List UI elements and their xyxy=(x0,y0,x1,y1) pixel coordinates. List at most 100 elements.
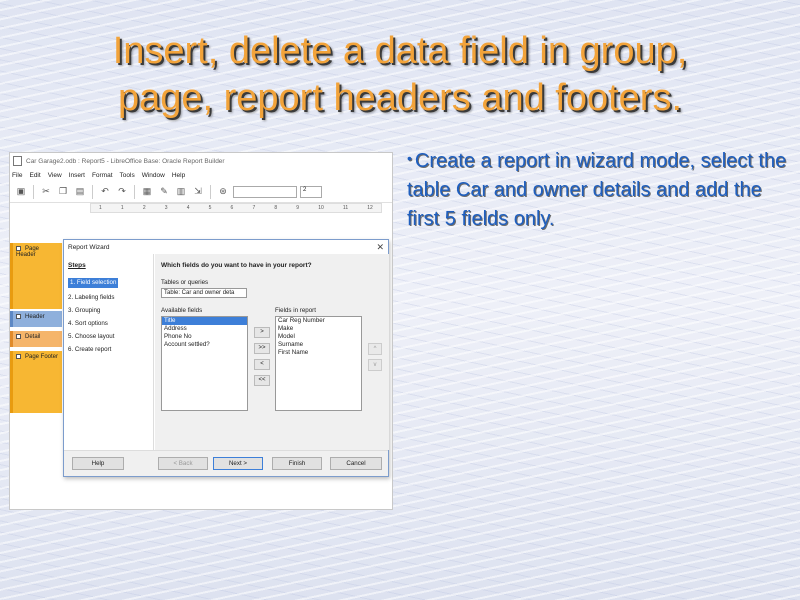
menu-file[interactable]: File xyxy=(12,172,22,179)
cancel-button[interactable]: Cancel xyxy=(330,457,382,470)
step-sort-options[interactable]: 4. Sort options xyxy=(68,317,149,330)
list-item[interactable]: Make xyxy=(276,325,361,333)
properties-icon[interactable]: ✎ xyxy=(157,185,171,199)
close-icon[interactable]: ✕ xyxy=(376,242,384,253)
report-navigator-icon[interactable]: ▦ xyxy=(140,185,154,199)
step-grouping[interactable]: 3. Grouping xyxy=(68,304,149,317)
move-all-right-button[interactable]: >> xyxy=(254,343,270,354)
section-label: Detail xyxy=(25,334,41,341)
ruler-tick: 2 xyxy=(142,205,146,211)
dialog-titlebar: Report Wizard ✕ xyxy=(64,240,388,254)
menu-tools[interactable]: Tools xyxy=(120,172,135,179)
copy-icon[interactable]: ❐ xyxy=(56,185,70,199)
section-header[interactable]: Header xyxy=(10,311,62,327)
document-icon xyxy=(13,156,22,166)
ruler-tick: 11 xyxy=(342,205,349,211)
ruler-tick: 8 xyxy=(274,205,278,211)
dialog-title: Report Wizard xyxy=(68,243,110,251)
undo-icon[interactable]: ↶ xyxy=(98,185,112,199)
bullet-text: Create a report in wizard mode, select t… xyxy=(407,150,787,230)
collapse-icon[interactable] xyxy=(16,354,21,359)
tables-combo[interactable]: Table: Car and owner deta xyxy=(161,288,247,298)
ruler-tick: 9 xyxy=(296,205,300,211)
standard-toolbar: ▣ ✂ ❐ ▤ ↶ ↷ ▦ ✎ ▥ ⇲ ⊛ 2 xyxy=(10,181,392,203)
ruler-tick: 10 xyxy=(318,205,324,211)
font-name-combo[interactable] xyxy=(233,185,297,198)
collapse-icon[interactable] xyxy=(16,246,21,251)
field-lists: Available fields Title Address Phone No … xyxy=(161,307,383,427)
collapse-icon[interactable] xyxy=(16,314,21,319)
section-label: Header xyxy=(25,314,45,321)
report-builder-screenshot: Car Garage2.odb : Report5 - LibreOffice … xyxy=(9,152,393,510)
list-item[interactable]: Title xyxy=(162,317,247,325)
available-fields-list[interactable]: Title Address Phone No Account settled? xyxy=(161,316,248,411)
menu-insert[interactable]: Insert xyxy=(69,172,85,179)
section-label: Page Footer xyxy=(25,354,59,361)
sorting-grouping-icon[interactable]: ⇲ xyxy=(191,185,205,199)
move-up-button[interactable]: ^ xyxy=(368,343,382,355)
report-fields-list[interactable]: Car Reg Number Make Model Surname First … xyxy=(275,316,362,411)
move-down-button[interactable]: v xyxy=(368,359,382,371)
toolbar-separator xyxy=(33,184,34,199)
list-item[interactable]: Car Reg Number xyxy=(276,317,361,325)
ruler-tick: 1 xyxy=(120,205,124,211)
list-item[interactable]: Account settled? xyxy=(162,341,247,349)
window-titlebar: Car Garage2.odb : Report5 - LibreOffice … xyxy=(10,153,392,169)
menu-view[interactable]: View xyxy=(48,172,62,179)
bullet-point: • Create a report in wizard mode, select … xyxy=(407,144,787,234)
wizard-question: Which fields do you want to have in your… xyxy=(161,262,312,269)
step-labeling-fields[interactable]: 2. Labeling fields xyxy=(68,291,149,304)
list-item[interactable]: Model xyxy=(276,333,361,341)
available-fields-label: Available fields xyxy=(161,307,203,314)
collapse-icon[interactable] xyxy=(16,334,21,339)
add-field-icon[interactable]: ▥ xyxy=(174,185,188,199)
toolbar-separator xyxy=(134,184,135,199)
toolbar-separator xyxy=(92,184,93,199)
list-item[interactable]: First Name xyxy=(276,349,361,357)
finish-button[interactable]: Finish xyxy=(272,457,322,470)
step-field-selection[interactable]: 1. Field selection xyxy=(68,278,119,288)
ruler-tick: 3 xyxy=(164,205,168,211)
slide-title-line-2: page, report headers and footers. xyxy=(117,77,683,119)
menu-window[interactable]: Window xyxy=(142,172,165,179)
wizard-steps-panel: Steps 1. Field selection 2. Labeling fie… xyxy=(64,254,154,450)
redo-icon[interactable]: ↷ xyxy=(115,185,129,199)
toolbar-separator xyxy=(210,184,211,199)
step-create-report[interactable]: 6. Create report xyxy=(68,343,149,356)
horizontal-ruler: 1 1 2 3 4 5 6 7 8 9 10 11 12 xyxy=(90,203,382,213)
menu-format[interactable]: Format xyxy=(92,172,113,179)
report-wizard-dialog: Report Wizard ✕ Steps 1. Field selection… xyxy=(63,239,389,477)
step-choose-layout[interactable]: 5. Choose layout xyxy=(68,330,149,343)
section-detail[interactable]: Detail xyxy=(10,331,62,347)
move-left-button[interactable]: < xyxy=(254,359,270,370)
move-right-button[interactable]: > xyxy=(254,327,270,338)
help-icon[interactable]: ⊛ xyxy=(216,185,230,199)
move-all-left-button[interactable]: << xyxy=(254,375,270,386)
next-button[interactable]: Next > xyxy=(213,457,263,470)
section-page-header[interactable]: Page Header xyxy=(10,243,62,309)
font-size-combo[interactable]: 2 xyxy=(300,185,322,198)
list-item[interactable]: Address xyxy=(162,325,247,333)
report-sections: Page Header Header Detail Page Footer xyxy=(10,243,62,413)
menu-bar: File Edit View Insert Format Tools Windo… xyxy=(10,169,392,181)
list-item[interactable]: Surname xyxy=(276,341,361,349)
window-title: Car Garage2.odb : Report5 - LibreOffice … xyxy=(26,157,225,165)
tables-label: Tables or queries xyxy=(161,279,209,286)
bullet-icon: • xyxy=(407,150,412,166)
wizard-content: Which fields do you want to have in your… xyxy=(155,254,389,450)
ruler-tick: 1 xyxy=(99,205,102,211)
report-fields-label: Fields in report xyxy=(275,307,316,314)
list-item[interactable]: Phone No xyxy=(162,333,247,341)
slide-title: Insert, delete a data field in group, pa… xyxy=(20,28,780,122)
help-button[interactable]: Help xyxy=(72,457,124,470)
menu-edit[interactable]: Edit xyxy=(29,172,40,179)
cut-icon[interactable]: ✂ xyxy=(39,185,53,199)
ruler-tick: 12 xyxy=(367,205,373,211)
back-button[interactable]: < Back xyxy=(158,457,208,470)
tables-combo-value: Table: Car and owner deta xyxy=(164,290,235,296)
ruler-tick: 4 xyxy=(186,205,190,211)
save-icon[interactable]: ▣ xyxy=(14,185,28,199)
menu-help[interactable]: Help xyxy=(172,172,185,179)
section-page-footer[interactable]: Page Footer xyxy=(10,351,62,413)
paste-icon[interactable]: ▤ xyxy=(73,185,87,199)
